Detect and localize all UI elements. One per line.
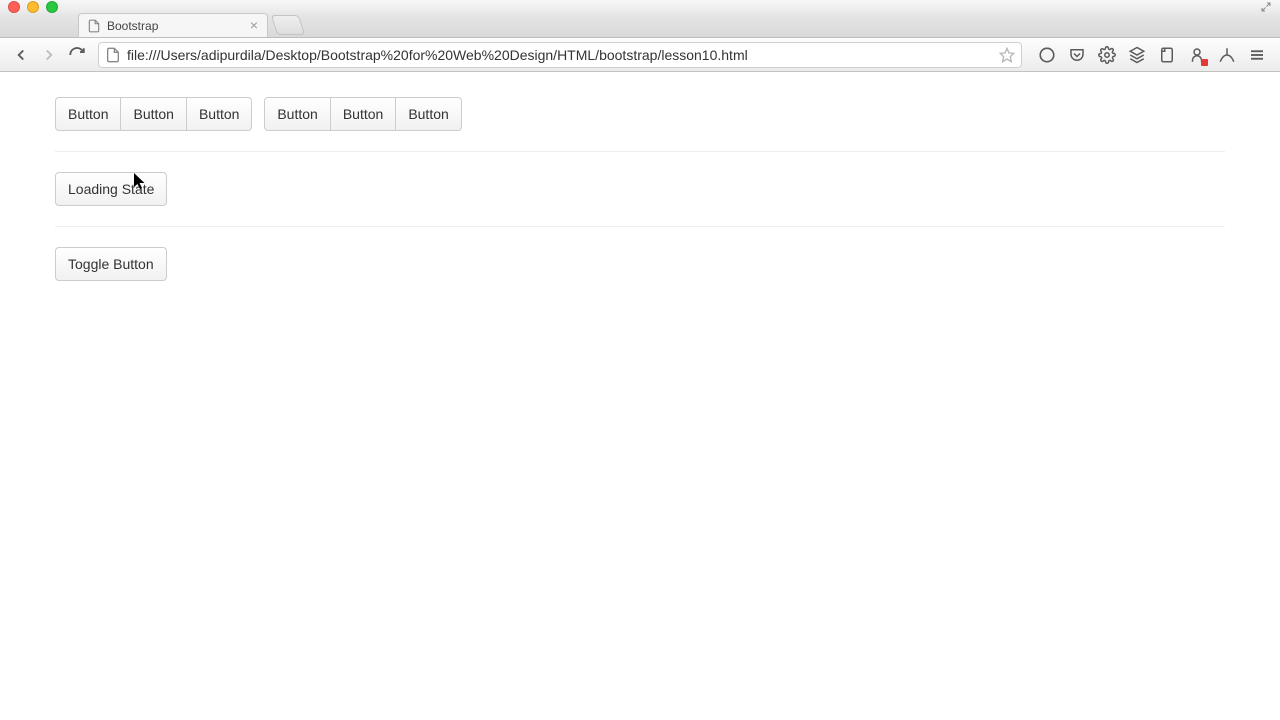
button[interactable]: Button [395,97,461,131]
menu-icon[interactable] [1248,46,1266,64]
close-window-button[interactable] [8,1,20,13]
extension-icon[interactable] [1218,46,1236,64]
browser-tab[interactable]: Bootstrap × [78,13,268,37]
address-bar-url: file:///Users/adipurdila/Desktop/Bootstr… [127,47,993,63]
button[interactable]: Button [55,97,121,131]
window-titlebar [0,0,1280,14]
extension-icon[interactable] [1038,46,1056,64]
divider [55,226,1225,227]
layers-icon[interactable] [1128,46,1146,64]
button[interactable]: Button [186,97,252,131]
button[interactable]: Button [330,97,396,131]
tab-title: Bootstrap [107,19,158,33]
tab-strip: Bootstrap × [0,14,1280,38]
loading-state-button[interactable]: Loading State [55,172,167,206]
fullscreen-icon[interactable] [1260,1,1272,13]
button-group: Button Button Button [264,97,461,131]
minimize-window-button[interactable] [27,1,39,13]
button-group: Button Button Button [55,97,252,131]
file-icon [87,19,101,33]
forward-button[interactable] [40,46,58,64]
evernote-icon[interactable] [1158,46,1176,64]
maximize-window-button[interactable] [46,1,58,13]
bookmark-star-icon[interactable] [999,47,1015,63]
address-bar[interactable]: file:///Users/adipurdila/Desktop/Bootstr… [98,42,1022,68]
extension-icon[interactable] [1188,46,1206,64]
close-tab-button[interactable]: × [247,18,261,32]
new-tab-button[interactable] [271,15,305,35]
settings-gear-icon[interactable] [1098,46,1116,64]
pocket-icon[interactable] [1068,46,1086,64]
button[interactable]: Button [264,97,330,131]
reload-button[interactable] [68,46,86,64]
divider [55,151,1225,152]
toggle-button[interactable]: Toggle Button [55,247,167,281]
browser-toolbar: file:///Users/adipurdila/Desktop/Bootstr… [0,38,1280,72]
button[interactable]: Button [120,97,186,131]
page-content: Button Button Button Button Button Butto… [0,72,1280,306]
button-groups-row: Button Button Button Button Button Butto… [55,97,1225,131]
back-button[interactable] [12,46,30,64]
file-icon [105,47,121,63]
